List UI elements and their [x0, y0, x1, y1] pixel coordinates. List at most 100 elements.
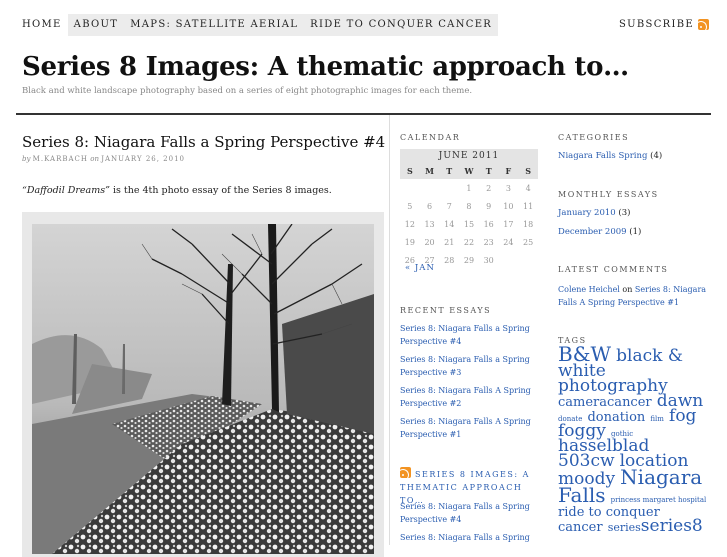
calendar-day	[518, 251, 538, 269]
calendar-day: 9	[486, 201, 492, 211]
nav-home[interactable]: HOME	[16, 14, 68, 36]
day-header: S	[400, 163, 420, 179]
day-header: T	[439, 163, 460, 179]
essay-name: “Daffodil Dreams”	[22, 185, 110, 196]
tag-link[interactable]: cancer	[558, 520, 603, 535]
calendar-day: 5	[407, 201, 413, 211]
calendar-day	[400, 179, 420, 197]
subscribe-link[interactable]: SUBSCRIBE	[619, 19, 709, 30]
comment-author-link[interactable]: Colene Heichel	[558, 285, 620, 294]
subscribe-label: SUBSCRIBE	[619, 19, 694, 30]
calendar-week: 5 6 7 8 9 10 11	[400, 197, 538, 215]
tag-link[interactable]: series	[608, 521, 641, 534]
calendar-days-row: S M T W T F S	[400, 163, 538, 179]
tag-link[interactable]: fog	[669, 406, 696, 426]
calendar-day: 21	[444, 237, 455, 247]
calendar-day: 24	[503, 237, 514, 247]
rss-icon	[400, 467, 411, 478]
tag-link[interactable]: princess margaret hospital	[611, 496, 707, 504]
calendar-day: 11	[523, 201, 534, 211]
meta-by: by	[22, 155, 33, 163]
calendar-heading: Calendar	[400, 133, 461, 142]
month-count: (1)	[626, 227, 642, 237]
site-title[interactable]: Series 8 Images: A thematic approach to…	[22, 52, 629, 82]
calendar-day: 12	[404, 219, 415, 229]
post-title[interactable]: Series 8: Niagara Falls a Spring Perspec…	[22, 133, 385, 151]
day-header: M	[419, 163, 440, 179]
column-divider	[389, 115, 390, 545]
tag-cloud: B&W black & white photography cameracanc…	[558, 344, 708, 536]
calendar: JUNE 2011 S M T W T F S 12 3 4 5 6 7 8 9 10 11 1…	[400, 149, 538, 269]
recent-essays-list: Series 8: Niagara Falls a Spring Perspec…	[400, 322, 535, 446]
calendar-day: 22	[463, 237, 475, 247]
calendar-day: 3	[505, 183, 511, 193]
month-link[interactable]: January 2010	[558, 208, 616, 218]
calendar-day: 20	[424, 237, 435, 247]
calendar-week: 19 20 21 22 23 24 25	[400, 233, 538, 251]
calendar-day: 2	[486, 183, 492, 193]
monthly-essays-heading: Monthly Essays	[558, 190, 659, 199]
recent-essay-link[interactable]: Series 8: Niagara Falls a Spring Perspec…	[400, 353, 535, 379]
recent-essay-link[interactable]: Series 8: Niagara Falls A Spring Perspec…	[400, 384, 535, 410]
day-header: S	[518, 163, 538, 179]
tag-link[interactable]: series8	[641, 516, 703, 536]
daffodil-photo[interactable]	[32, 224, 374, 554]
calendar-day: 19	[404, 237, 415, 247]
latest-comments-heading: Latest Comments	[558, 265, 669, 274]
day-header: F	[498, 163, 519, 179]
comment-on: on	[619, 285, 635, 294]
photo-frame	[22, 212, 384, 557]
day-header: T	[478, 163, 499, 179]
comment-item: Colene Heichel on Series 8: Niagara Fall…	[558, 283, 708, 309]
calendar-day: 15	[463, 219, 475, 229]
category-count: (4)	[647, 151, 663, 161]
calendar-day	[420, 179, 440, 197]
calendar-day: 28	[444, 255, 455, 265]
site-description: Black and white landscape photography ba…	[22, 86, 473, 96]
calendar-day: 14	[444, 219, 455, 229]
calendar-day: 13	[424, 219, 435, 229]
feed-item-link[interactable]: Series 8: Niagara Falls a Spring Perspec…	[400, 500, 535, 526]
post-author[interactable]: M.KARBACH	[33, 155, 88, 163]
calendar-day: 8	[466, 201, 472, 211]
calendar-month: JUNE 2011	[400, 149, 538, 163]
calendar-day: 17	[503, 219, 514, 229]
calendar-day: 23	[483, 237, 494, 247]
calendar-day: 6	[427, 201, 433, 211]
meta-on: on	[88, 155, 102, 163]
calendar-day: 29	[463, 255, 475, 265]
top-nav: HOME ABOUT MAPS: SATELLITE AERIAL RIDE T…	[16, 14, 499, 36]
calendar-day	[499, 251, 519, 269]
tag-link[interactable]: film	[650, 415, 664, 423]
month-link[interactable]: December 2009	[558, 227, 627, 237]
recent-essay-link[interactable]: Series 8: Niagara Falls A Spring Perspec…	[400, 415, 535, 441]
day-header: W	[459, 163, 479, 179]
calendar-day: 16	[483, 219, 494, 229]
feed-item-link[interactable]: Series 8: Niagara Falls a Spring	[400, 531, 535, 544]
rss-icon	[698, 19, 709, 30]
calendar-day: 25	[523, 237, 534, 247]
tag-link[interactable]: cancer	[607, 395, 652, 410]
header-divider	[16, 113, 711, 115]
category-link[interactable]: Niagara Falls Spring	[558, 151, 647, 161]
calendar-day: 30	[483, 255, 494, 265]
tag-link[interactable]: camera	[558, 395, 607, 410]
calendar-day: 7	[446, 201, 452, 211]
calendar-week: 12 13 14 15 16 17 18	[400, 215, 538, 233]
post-date: JANUARY 26, 2010	[101, 155, 185, 163]
calendar-day: 4	[525, 183, 531, 193]
calendar-prev-link[interactable]: « JAN	[405, 263, 435, 273]
nav-maps[interactable]: MAPS: SATELLITE AERIAL	[124, 14, 305, 36]
calendar-day	[439, 179, 459, 197]
post-intro: “Daffodil Dreams” is the 4th photo essay…	[22, 185, 332, 196]
month-item: December 2009 (1)	[558, 227, 641, 237]
nav-about[interactable]: ABOUT	[67, 14, 125, 36]
recent-essay-link[interactable]: Series 8: Niagara Falls a Spring Perspec…	[400, 322, 535, 348]
calendar-day: 10	[503, 201, 514, 211]
intro-text: is the 4th photo essay of the Series 8 i…	[109, 185, 332, 196]
calendar-day: 18	[523, 219, 534, 229]
month-item: January 2010 (3)	[558, 208, 630, 218]
recent-essays-heading: Recent Essays	[400, 306, 492, 315]
feed-list: Series 8: Niagara Falls a Spring Perspec…	[400, 500, 535, 549]
nav-ride[interactable]: RIDE TO CONQUER CANCER	[304, 14, 499, 36]
